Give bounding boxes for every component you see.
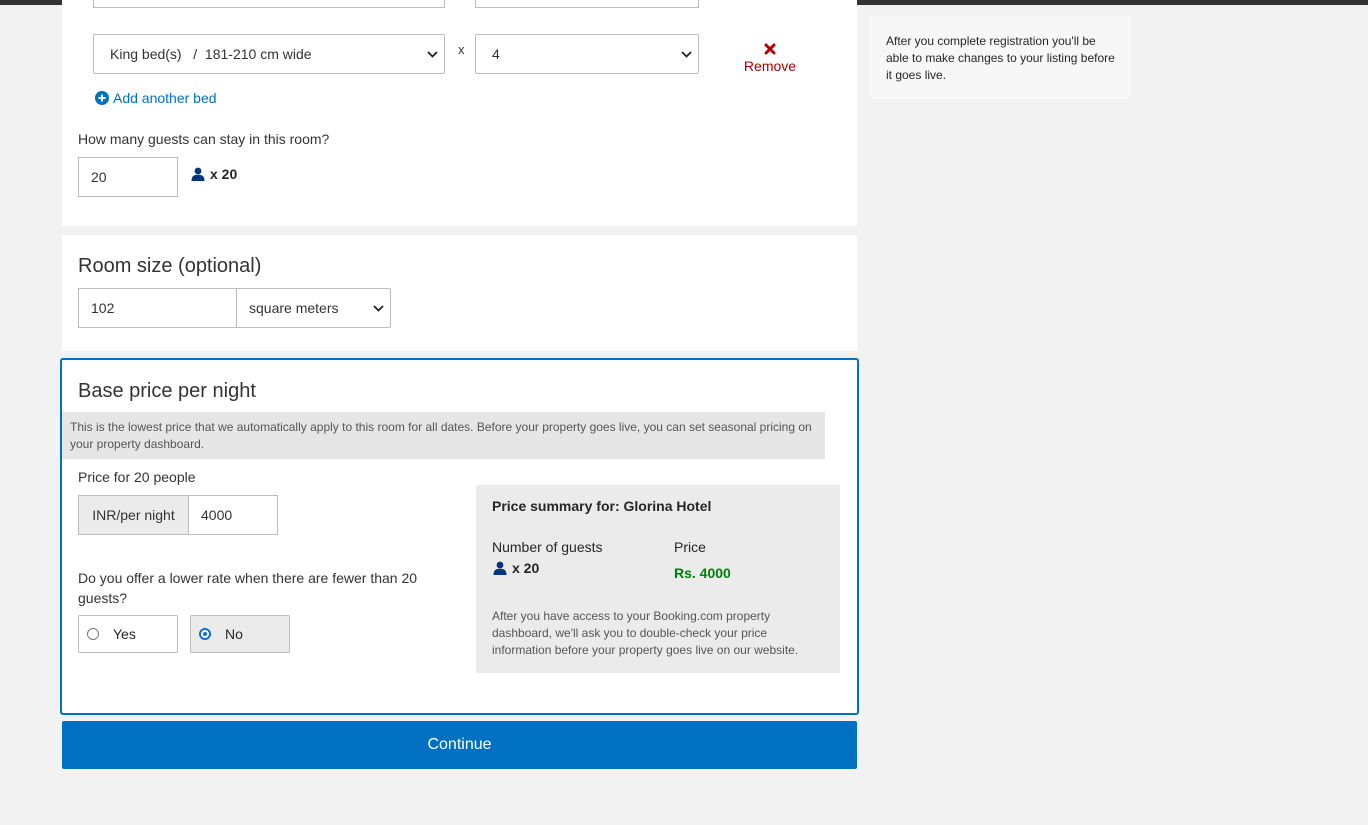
price-people-label: Price for 20 people xyxy=(78,469,196,485)
room-size-title: Room size (optional) xyxy=(78,255,262,277)
radio-no[interactable] xyxy=(199,628,211,640)
side-note-text: After you complete registration you'll b… xyxy=(886,34,1115,82)
base-price-card: Base price per night This is the lowest … xyxy=(60,358,859,715)
room-size-input[interactable]: 102 xyxy=(78,288,237,328)
bed-quantity-value: 4 xyxy=(492,46,500,62)
summary-guests-header: Number of guests xyxy=(492,539,603,555)
summary-price-header: Price xyxy=(674,539,706,555)
chevron-down-icon xyxy=(372,302,384,314)
summary-title: Price summary for: Glorina Hotel xyxy=(492,498,712,514)
person-icon xyxy=(191,167,205,181)
remove-label: Remove xyxy=(743,58,797,74)
room-size-unit-select[interactable]: square meters xyxy=(236,288,391,328)
guests-input-value: 20 xyxy=(91,169,107,185)
room-size-card: Room size (optional) 102 square meters xyxy=(62,235,857,351)
base-price-info: This is the lowest price that we automat… xyxy=(62,412,825,459)
lower-rate-no-option[interactable]: No xyxy=(190,615,290,653)
remove-bed-button[interactable]: Remove xyxy=(734,42,806,74)
chevron-down-icon xyxy=(426,48,438,60)
summary-note: After you have access to your Booking.co… xyxy=(492,609,799,657)
radio-yes[interactable] xyxy=(87,628,99,640)
no-label: No xyxy=(225,626,243,642)
price-input-value: 4000 xyxy=(201,507,233,523)
bed-options-card: King bed(s) / 181-210 cm wide x 4 Remove… xyxy=(62,0,857,226)
room-size-unit-value: square meters xyxy=(249,300,339,316)
price-input[interactable]: 4000 xyxy=(188,495,278,535)
previous-bed-select[interactable] xyxy=(93,0,445,8)
lower-rate-question: Do you offer a lower rate when there are… xyxy=(78,570,418,606)
guest-count-display: x 20 xyxy=(191,166,237,182)
summary-guests-count: x 20 xyxy=(512,560,540,576)
continue-label: Continue xyxy=(427,736,492,753)
base-price-info-text: This is the lowest price that we automat… xyxy=(70,420,812,451)
yes-label: Yes xyxy=(113,626,136,642)
bed-type-value: King bed(s) / 181-210 cm wide xyxy=(110,46,312,62)
add-another-bed-label: Add another bed xyxy=(113,90,217,106)
times-sign: x xyxy=(458,42,465,57)
x-icon xyxy=(734,42,806,58)
summary-price-value: Rs. 4000 xyxy=(674,565,731,581)
base-price-title: Base price per night xyxy=(78,380,256,402)
room-size-value: 102 xyxy=(91,300,115,316)
plus-circle-icon xyxy=(95,91,109,105)
summary-guests-value: x 20 xyxy=(493,560,539,576)
bed-type-select[interactable]: King bed(s) / 181-210 cm wide xyxy=(93,34,445,74)
guests-question: How many guests can stay in this room? xyxy=(78,131,330,147)
bed-quantity-select[interactable]: 4 xyxy=(475,34,699,74)
currency-label: INR/per night xyxy=(92,507,175,523)
person-icon xyxy=(493,561,507,575)
guests-input[interactable]: 20 xyxy=(78,157,178,197)
continue-button[interactable]: Continue xyxy=(62,721,857,769)
lower-rate-yes-option[interactable]: Yes xyxy=(78,615,178,653)
price-summary-panel: Price summary for: Glorina Hotel Number … xyxy=(476,485,840,673)
guest-count-label: x 20 xyxy=(210,166,238,182)
previous-quantity-select[interactable] xyxy=(475,0,699,8)
registration-side-note: After you complete registration you'll b… xyxy=(870,16,1131,99)
add-another-bed-link[interactable]: Add another bed xyxy=(95,90,217,106)
chevron-down-icon xyxy=(680,48,692,60)
currency-addon: INR/per night xyxy=(78,495,188,535)
